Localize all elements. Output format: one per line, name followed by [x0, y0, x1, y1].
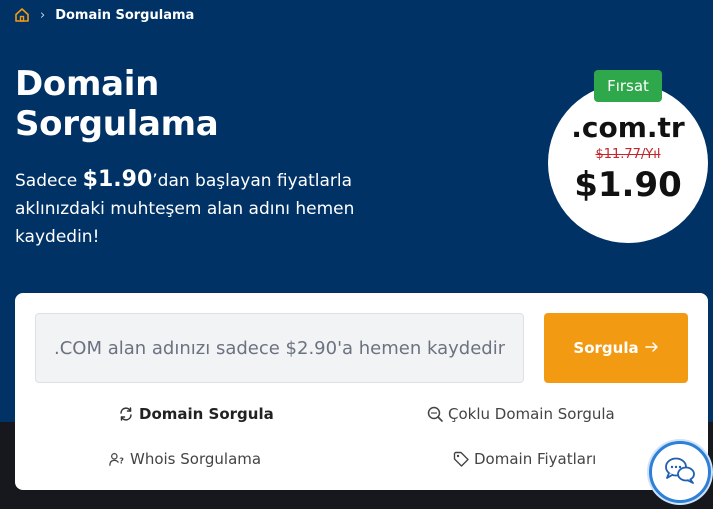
refresh-icon [118, 406, 134, 422]
link-coklu-domain-label: Çoklu Domain Sorgula [448, 405, 615, 423]
home-icon[interactable] [14, 7, 30, 23]
hero-description: Sadece $1.90’dan başlayan fiyatlarla akl… [15, 166, 375, 251]
breadcrumb-current: Domain Sorgulama [55, 7, 195, 23]
chevron-right-icon: › [40, 7, 46, 23]
promo-old-price: $11.77/Yıl [595, 147, 661, 162]
chat-widget-button[interactable] [649, 441, 711, 503]
promo-badge: Fırsat [594, 70, 662, 102]
link-domain-sorgula[interactable]: Domain Sorgula [118, 405, 274, 423]
svg-text:?: ? [119, 456, 124, 465]
tag-icon [453, 451, 469, 467]
search-dots-icon [427, 406, 443, 422]
search-card: Sorgula Domain Sorgula Çoklu Domain Sorg… [15, 293, 708, 490]
search-button-label: Sorgula [573, 339, 639, 357]
promo-new-price: $1.90 [574, 165, 682, 205]
page-title: Domain Sorgulama [15, 64, 219, 144]
link-fiyatlar-label: Domain Fiyatları [474, 450, 597, 468]
link-whois-sorgulama[interactable]: ? Whois Sorgulama [109, 450, 261, 468]
promo-circle: .com.tr $11.77/Yıl $1.90 [548, 83, 708, 243]
link-coklu-domain-sorgula[interactable]: Çoklu Domain Sorgula [427, 405, 615, 423]
domain-search-input[interactable] [35, 313, 524, 383]
search-button[interactable]: Sorgula [544, 313, 688, 383]
user-question-icon: ? [109, 451, 125, 467]
desc-price: $1.90 [82, 167, 153, 192]
promo-extension: .com.tr [571, 111, 685, 144]
breadcrumb: › Domain Sorgulama [14, 6, 194, 24]
link-whois-label: Whois Sorgulama [130, 450, 262, 468]
arrow-right-icon [644, 339, 659, 357]
chat-bubbles-icon [663, 455, 697, 489]
link-domain-fiyatlari[interactable]: Domain Fiyatları [453, 450, 596, 468]
link-domain-sorgula-label: Domain Sorgula [139, 405, 274, 423]
desc-prefix: Sadece [15, 171, 83, 191]
